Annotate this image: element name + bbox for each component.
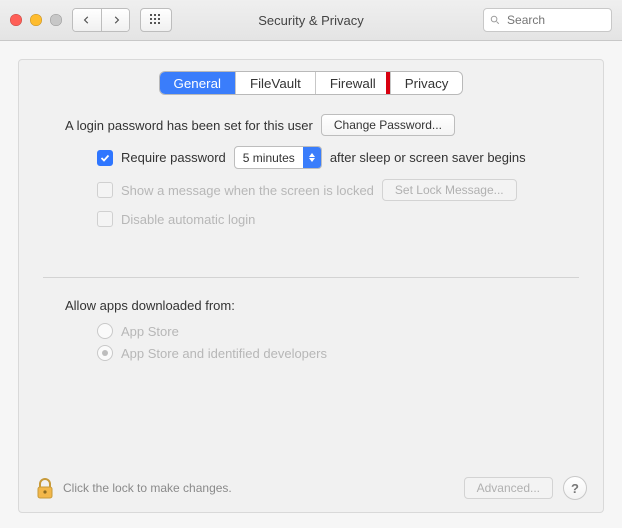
grid-icon: [149, 13, 163, 27]
chevron-left-icon: [83, 16, 91, 24]
show-all-button[interactable]: [140, 8, 172, 32]
set-lock-message-button: Set Lock Message...: [382, 179, 517, 201]
allow-apps-heading: Allow apps downloaded from:: [65, 298, 235, 313]
tab-privacy[interactable]: Privacy: [390, 72, 463, 94]
appstore-label: App Store: [121, 324, 179, 339]
help-button[interactable]: ?: [563, 476, 587, 500]
footer: Click the lock to make changes. Advanced…: [19, 464, 603, 512]
appstore-radio: [97, 323, 113, 339]
general-content: A login password has been set for this u…: [19, 94, 603, 361]
lock-button[interactable]: [35, 477, 53, 499]
lock-text: Click the lock to make changes.: [63, 481, 232, 495]
window-controls: [10, 14, 62, 26]
login-password-text: A login password has been set for this u…: [65, 118, 313, 133]
nav-back-forward: [72, 8, 130, 32]
identified-developers-label: App Store and identified developers: [121, 346, 327, 361]
search-input[interactable]: [505, 12, 605, 28]
tab-filevault[interactable]: FileVault: [235, 72, 315, 94]
advanced-button[interactable]: Advanced...: [464, 477, 553, 499]
after-sleep-text: after sleep or screen saver begins: [330, 150, 526, 165]
divider: [43, 277, 579, 278]
disable-auto-login-checkbox: [97, 211, 113, 227]
change-password-button[interactable]: Change Password...: [321, 114, 455, 136]
preferences-panel: General FileVault Firewall Privacy A log…: [18, 59, 604, 513]
checkmark-icon: [100, 153, 110, 163]
tabs: General FileVault Firewall Privacy: [19, 72, 603, 94]
require-password-delay-select[interactable]: 5 minutes: [234, 146, 322, 169]
close-window-icon[interactable]: [10, 14, 22, 26]
minimize-window-icon[interactable]: [30, 14, 42, 26]
back-button[interactable]: [73, 9, 101, 31]
zoom-window-icon: [50, 14, 62, 26]
titlebar: Security & Privacy: [0, 0, 622, 41]
show-message-checkbox: [97, 182, 113, 198]
forward-button[interactable]: [101, 9, 129, 31]
show-message-label: Show a message when the screen is locked: [121, 183, 374, 198]
disable-auto-login-label: Disable automatic login: [121, 212, 255, 227]
require-password-checkbox[interactable]: [97, 150, 113, 166]
lock-icon: [35, 477, 55, 501]
delay-value: 5 minutes: [235, 151, 303, 165]
identified-developers-radio: [97, 345, 113, 361]
search-icon: [490, 14, 500, 26]
search-field[interactable]: [483, 8, 612, 32]
tab-general[interactable]: General: [160, 72, 235, 94]
stepper-icon: [303, 147, 321, 168]
tab-firewall[interactable]: Firewall: [315, 72, 390, 94]
require-password-label: Require password: [121, 150, 226, 165]
chevron-right-icon: [112, 16, 120, 24]
